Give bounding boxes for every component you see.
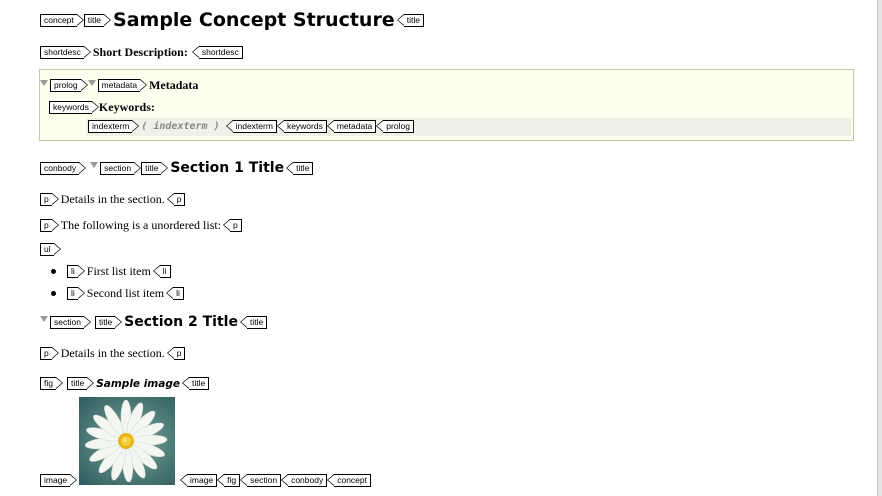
li-close-tag[interactable]: li — [166, 287, 184, 300]
title-open-tag[interactable]: title — [66, 377, 95, 390]
editor-right-border — [877, 0, 882, 496]
section2-title-row: section title Section 2 Title title — [40, 314, 268, 330]
keywords-open-tag[interactable]: keywords — [49, 101, 99, 114]
p-close-tag[interactable]: p — [166, 347, 186, 360]
section1-title[interactable]: Section 1 Title — [170, 160, 284, 176]
paragraph-text[interactable]: The following is a unordered list: — [61, 218, 221, 233]
title-open-tag[interactable]: title — [94, 315, 123, 329]
section1-title-row: conbody section title Section 1 Title ti… — [40, 160, 314, 176]
concept-close-tag[interactable]: concept — [327, 474, 371, 487]
conbody-open-tag[interactable]: conbody — [40, 161, 87, 175]
bullet-icon — [51, 269, 56, 274]
keywords-close-tag[interactable]: keywords — [276, 120, 327, 133]
collapse-triangle-icon[interactable] — [90, 162, 99, 168]
shortdesc-open-tag[interactable]: shortdesc — [40, 46, 91, 59]
section-open-tag[interactable]: section — [100, 161, 142, 175]
keywords-row: keywords Keywords: — [49, 100, 159, 115]
section-open-tag[interactable]: section — [50, 315, 91, 329]
keywords-label: Keywords: — [98, 100, 155, 114]
li-open-tag[interactable]: li — [67, 287, 85, 300]
section1-paragraph-1: p Details in the section. p — [40, 192, 186, 207]
image-open-tag[interactable]: image — [40, 474, 78, 487]
ul-row: ul — [40, 243, 61, 256]
list-item-text[interactable]: First list item — [87, 264, 151, 279]
section-close-tag[interactable]: section — [240, 474, 282, 487]
title-close-tag[interactable]: title — [286, 161, 314, 175]
daisy-flower-icon — [84, 399, 168, 483]
prolog-row: prolog metadata Metadata — [40, 78, 202, 93]
daisy-image[interactable] — [79, 397, 175, 485]
fig-title-row: fig title Sample image title — [40, 377, 210, 390]
image-close-tag[interactable]: image — [179, 474, 218, 487]
collapse-triangle-icon[interactable] — [87, 79, 96, 86]
paragraph-text[interactable]: Details in the section. — [61, 192, 165, 207]
section2-paragraph: p Details in the section. p — [40, 346, 186, 361]
p-close-tag[interactable]: p — [166, 193, 186, 206]
indexterm-close-tag[interactable]: indexterm — [225, 120, 277, 133]
title-close-tag[interactable]: title — [396, 13, 424, 27]
page-title[interactable]: Sample Concept Structure — [113, 9, 395, 31]
shortdesc-row: shortdesc Short Description: shortdesc — [40, 45, 243, 60]
title-open-tag[interactable]: title — [83, 13, 112, 27]
list-item: li First list item li — [51, 264, 171, 279]
p-open-tag[interactable]: p — [40, 219, 59, 232]
indexterm-row: indexterm ( indexterm ) indexterm keywor… — [88, 120, 414, 133]
prolog-close-tag[interactable]: prolog — [376, 120, 414, 133]
shortdesc-close-tag[interactable]: shortdesc — [191, 46, 243, 59]
li-close-tag[interactable]: li — [152, 265, 171, 278]
li-open-tag[interactable]: li — [67, 265, 85, 278]
fig-close-tag[interactable]: fig — [217, 474, 241, 487]
ul-open-tag[interactable]: ul — [40, 243, 61, 256]
p-close-tag[interactable]: p — [223, 219, 242, 232]
list-item-text[interactable]: Second list item — [87, 286, 164, 301]
indexterm-open-tag[interactable]: indexterm — [88, 120, 140, 133]
metadata-open-tag[interactable]: metadata — [97, 79, 148, 92]
list-item: li Second list item li — [51, 286, 184, 301]
p-open-tag[interactable]: p — [40, 193, 59, 206]
concept-title-row: concept title Sample Concept Structure t… — [40, 9, 424, 31]
title-open-tag[interactable]: title — [141, 161, 169, 175]
title-close-tag[interactable]: title — [181, 377, 210, 390]
closing-tags-row: image fig section conbody concept — [179, 474, 371, 487]
shortdesc-label: Short Description: — [92, 45, 188, 59]
bullet-icon — [51, 291, 56, 296]
fig-open-tag[interactable]: fig — [40, 377, 63, 390]
title-close-tag[interactable]: title — [239, 315, 268, 329]
collapse-triangle-icon[interactable] — [40, 316, 48, 322]
figure-title[interactable]: Sample image — [96, 378, 180, 390]
section2-title[interactable]: Section 2 Title — [124, 314, 238, 330]
paragraph-text[interactable]: Details in the section. — [61, 346, 165, 361]
collapse-triangle-icon[interactable] — [40, 79, 48, 86]
indexterm-placeholder[interactable]: ( indexterm ) — [141, 121, 219, 132]
metadata-label: Metadata — [149, 78, 199, 92]
prolog-open-tag[interactable]: prolog — [50, 79, 88, 92]
image-open-row: image — [40, 474, 78, 487]
p-open-tag[interactable]: p — [40, 347, 59, 360]
metadata-close-tag[interactable]: metadata — [326, 120, 377, 133]
section1-paragraph-2: p The following is a unordered list: p — [40, 218, 242, 233]
concept-open-tag[interactable]: concept — [40, 13, 84, 27]
conbody-close-tag[interactable]: conbody — [281, 474, 328, 487]
